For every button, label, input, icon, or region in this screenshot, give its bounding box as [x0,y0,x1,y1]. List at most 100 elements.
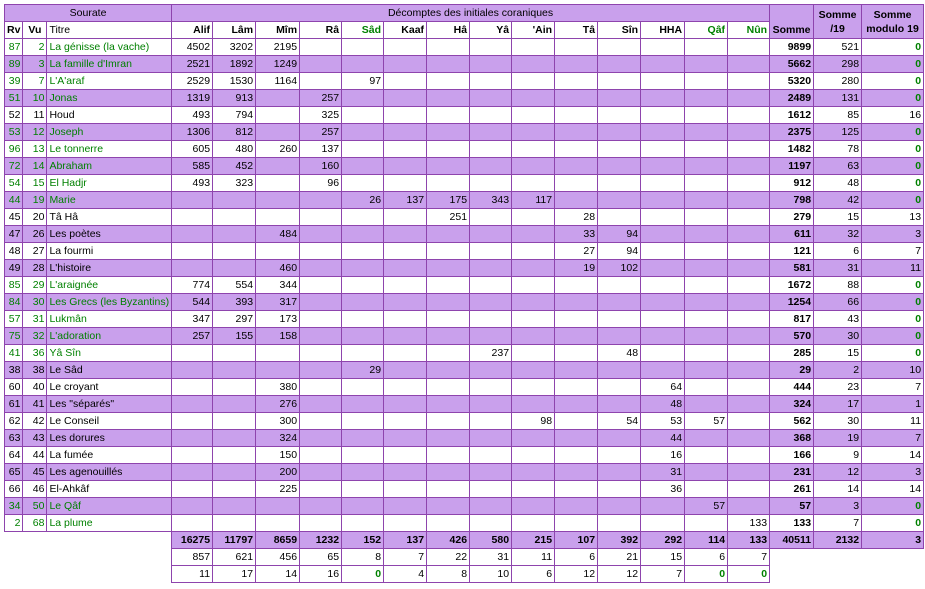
cell-count [597,463,642,481]
cell-count [383,259,428,277]
cell-count [383,344,428,362]
cell-count [426,327,471,345]
div19-cell: 7 [727,548,771,566]
cell-vu: 10 [22,89,48,107]
cell-count [554,361,599,379]
cell-count [469,208,513,226]
cell-count [727,310,771,328]
cell-count: 260 [255,140,301,158]
cell-count [727,174,771,192]
cell-vu: 50 [22,497,48,515]
cell-somme: 57 [769,497,815,515]
cell-count [469,38,513,56]
cell-count: 484 [255,225,301,243]
cell-count [299,293,343,311]
header-somme-modulo: Somme modulo 19 [861,4,925,39]
cell-count [511,123,556,141]
cell-count [727,259,771,277]
cell-count [469,480,513,498]
cell-count [511,242,556,260]
cell-count [426,344,471,362]
cell-count [469,242,513,260]
cell-count [597,38,642,56]
cell-count [212,463,257,481]
cell-count [640,208,686,226]
cell-count: 44 [640,429,686,447]
cell-count [469,259,513,277]
cell-count [597,191,642,209]
div19-cell: 8 [341,548,385,566]
cell-count [383,429,428,447]
cell-count: 544 [171,293,214,311]
cell-somme-19: 78 [813,140,863,158]
cell-vu: 2 [22,38,48,56]
table-row: 63 43 Les dorures 324 44 368 19 7 [3,429,925,447]
header-letter: Kaaf [383,21,428,39]
cell-count [511,497,556,515]
cell-count [640,497,686,515]
cell-count [171,395,214,413]
blank-cell [22,531,172,549]
cell-vu: 13 [22,140,48,158]
cell-count [426,38,471,56]
cell-count: 323 [212,174,257,192]
cell-titre: Abraham [46,157,173,175]
cell-count [684,344,729,362]
cell-somme: 1254 [769,293,815,311]
total-cell: 107 [554,531,599,549]
cell-count [255,174,301,192]
cell-count [469,55,513,73]
cell-count [426,514,471,532]
cell-somme-19: 63 [813,157,863,175]
cell-somme-19: 23 [813,378,863,396]
cell-count [511,38,556,56]
cell-rv: 51 [3,89,24,107]
cell-count [511,480,556,498]
cell-vu: 26 [22,225,48,243]
cell-somme: 29 [769,361,815,379]
cell-somme: 562 [769,412,815,430]
cell-count [597,123,642,141]
cell-titre: Lukmân [46,310,173,328]
table-row: 60 40 Le croyant 380 64 444 23 7 [3,378,925,396]
table-row: 2 68 La plume 133 133 7 0 [3,514,925,532]
cell-count: 913 [212,89,257,107]
header-rv: Rv [3,21,24,39]
cell-vu: 36 [22,344,48,362]
table-row: 75 32 L'adoration 257 155 158 570 30 0 [3,327,925,345]
cell-rv: 41 [3,344,24,362]
cell-somme-19: 42 [813,191,863,209]
cell-count [255,157,301,175]
cell-vu: 41 [22,395,48,413]
cell-modulo: 0 [861,344,925,362]
cell-count [684,191,729,209]
cell-count [511,293,556,311]
cell-vu: 15 [22,174,48,192]
cell-count [383,310,428,328]
cell-count: 200 [255,463,301,481]
cell-count [341,497,385,515]
cell-count [299,344,343,362]
cell-count [554,327,599,345]
cell-somme: 912 [769,174,815,192]
cell-count [383,123,428,141]
cell-count [299,429,343,447]
blank-cell [4,548,172,566]
cell-count [511,276,556,294]
cell-somme: 611 [769,225,815,243]
quran-initials-table: Sourate Décomptes des initiales coraniqu… [3,4,925,583]
cell-count [383,514,428,532]
table-body: 87 2 La génisse (la vache) 4502 3202 2195 9899… [3,38,925,583]
cell-rv: 45 [3,208,24,226]
cell-count: 585 [171,157,214,175]
cell-count [341,429,385,447]
cell-somme: 5662 [769,55,815,73]
cell-rv: 2 [3,514,24,532]
cell-count [341,344,385,362]
cell-count [212,378,257,396]
cell-count: 117 [511,191,556,209]
cell-count [426,395,471,413]
table-row: 85 29 L'araignée 774 554 344 1672 88 0 [3,276,925,294]
cell-somme-19: 6 [813,242,863,260]
cell-titre: Les dorures [46,429,173,447]
